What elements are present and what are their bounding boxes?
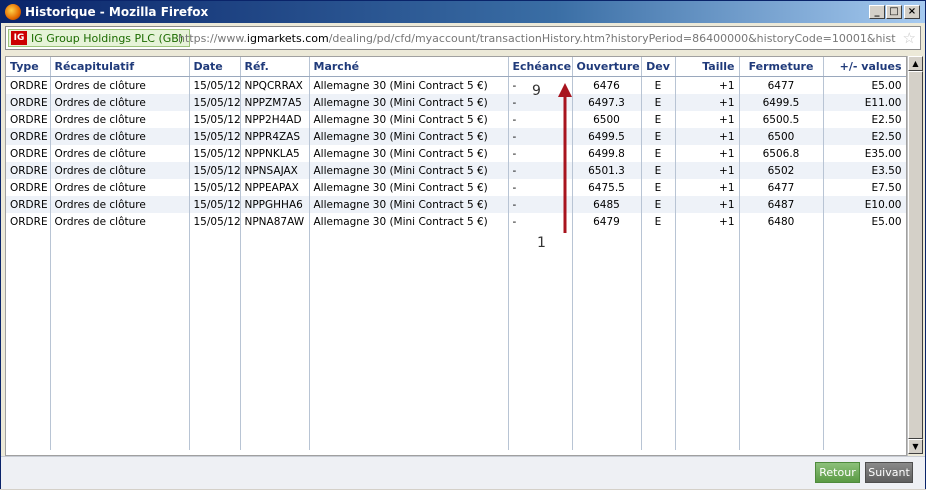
browser-window: Historique - Mozilla Firefox _ □ × IG IG… — [0, 0, 926, 489]
annotation-arrow-icon — [558, 83, 572, 233]
